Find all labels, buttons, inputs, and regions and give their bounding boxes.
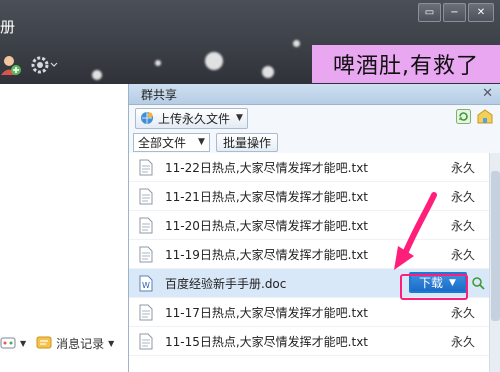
file-status: 永久 (450, 160, 475, 175)
file-name: 11-17日热点,大家尽情发挥才能吧.txt (165, 305, 369, 320)
bokeh-light (262, 66, 274, 78)
text-file-icon (139, 217, 153, 233)
file-list-scrollbar[interactable] (489, 153, 500, 372)
bokeh-light (205, 52, 223, 70)
close-button[interactable]: ✕ (468, 3, 494, 22)
file-list: 11-22日热点,大家尽情发挥才能吧.txt 永久 11-21日热点,大家尽情发… (129, 153, 489, 356)
batch-operation-button[interactable]: 批量操作 (215, 132, 278, 152)
download-button[interactable]: 下载 ▼ (409, 272, 467, 293)
text-file-icon (139, 159, 153, 175)
file-status: 永久 (450, 189, 475, 204)
filter-toolbar: 全部文件 ▼ 批量操作 (129, 131, 500, 154)
top-toolbar (0, 54, 60, 76)
message-history-icon (36, 336, 52, 349)
minimize-button[interactable]: − (443, 3, 466, 22)
chevron-down-icon[interactable]: ▼ (108, 339, 114, 348)
skin-button[interactable]: ▭ (418, 3, 441, 22)
panel-right-icons (456, 109, 493, 124)
chevron-down-icon[interactable]: ▼ (20, 339, 26, 348)
refresh-icon[interactable] (456, 109, 471, 124)
text-file-icon (139, 304, 153, 320)
list-item[interactable]: 11-19日热点,大家尽情发挥才能吧.txt 永久 (129, 240, 489, 269)
file-filter-select[interactable]: 全部文件 ▼ (133, 132, 210, 152)
list-item[interactable]: 11-15日热点,大家尽情发挥才能吧.txt 永久 (129, 327, 489, 356)
file-name: 11-21日热点,大家尽情发挥才能吧.txt (165, 189, 369, 204)
chevron-down-icon[interactable]: ▼ (449, 278, 456, 288)
file-name: 11-19日热点,大家尽情发挥才能吧.txt (165, 247, 369, 262)
window-controls: ▭ − ✕ (418, 3, 494, 22)
bokeh-light (92, 70, 102, 80)
panel-title-bar: 群共享 ✕ (129, 84, 500, 105)
chevron-down-icon[interactable]: ▼ (236, 113, 243, 123)
svg-text:W: W (142, 281, 150, 290)
text-file-icon (139, 188, 153, 204)
add-contact-icon[interactable] (0, 54, 22, 76)
caption-text: 啤酒肚,有救了 (333, 54, 479, 79)
panel-toolbar: 上传永久文件 ▼ (129, 105, 500, 131)
file-status: 永久 (450, 247, 475, 262)
top-bar: 册 ▭ − ✕ 啤酒肚,有救了 (0, 0, 500, 84)
preview-search-icon[interactable] (471, 276, 485, 290)
scrollbar-thumb[interactable] (491, 171, 500, 321)
folder-home-icon[interactable] (477, 109, 493, 124)
download-label: 下载 (419, 276, 444, 290)
list-item[interactable]: 11-17日热点,大家尽情发挥才能吧.txt 永久 (129, 298, 489, 327)
bokeh-light (155, 60, 161, 66)
file-name: 11-15日热点,大家尽情发挥才能吧.txt (165, 334, 369, 349)
upload-label: 上传永久文件 (158, 111, 231, 126)
settings-gear-icon[interactable] (30, 54, 60, 76)
chevron-down-icon[interactable]: ▼ (198, 137, 205, 147)
file-status: 永久 (450, 305, 475, 320)
text-file-icon (139, 333, 153, 349)
bokeh-light (293, 40, 300, 47)
word-document-icon: W (139, 275, 153, 291)
list-item[interactable]: 11-20日热点,大家尽情发挥才能吧.txt 永久 (129, 211, 489, 240)
file-name: 11-22日热点,大家尽情发挥才能吧.txt (165, 160, 369, 175)
panel-close-button[interactable]: ✕ (482, 86, 493, 101)
list-item[interactable]: 11-21日热点,大家尽情发挥才能吧.txt 永久 (129, 182, 489, 211)
upload-permanent-file-button[interactable]: 上传永久文件 ▼ (135, 107, 248, 129)
left-footer: ▼ 消息记录 ▼ (0, 328, 128, 358)
file-name: 11-20日热点,大家尽情发挥才能吧.txt (165, 218, 369, 233)
list-item[interactable]: 11-22日热点,大家尽情发挥才能吧.txt 永久 (129, 153, 489, 182)
caption-banner: 啤酒肚,有救了 (312, 45, 500, 83)
group-share-panel: 群共享 ✕ 上传永久文件 ▼ 全部文件 ▼ 批量操作 11-22日热点,大家尽情… (128, 84, 500, 372)
window-title: 册 (0, 18, 16, 36)
chat-tool-icon[interactable] (0, 336, 16, 350)
file-status: 永久 (450, 334, 475, 349)
list-item-selected[interactable]: W 百度经验新手手册.doc 下载 ▼ (129, 269, 489, 298)
file-filter-value: 全部文件 (138, 135, 187, 150)
message-history-button[interactable]: 消息记录 (56, 335, 104, 352)
file-name: 百度经验新手手册.doc (165, 276, 287, 291)
text-file-icon (139, 246, 153, 262)
panel-title: 群共享 (141, 87, 178, 102)
upload-globe-icon (141, 112, 153, 124)
file-status: 永久 (450, 218, 475, 233)
